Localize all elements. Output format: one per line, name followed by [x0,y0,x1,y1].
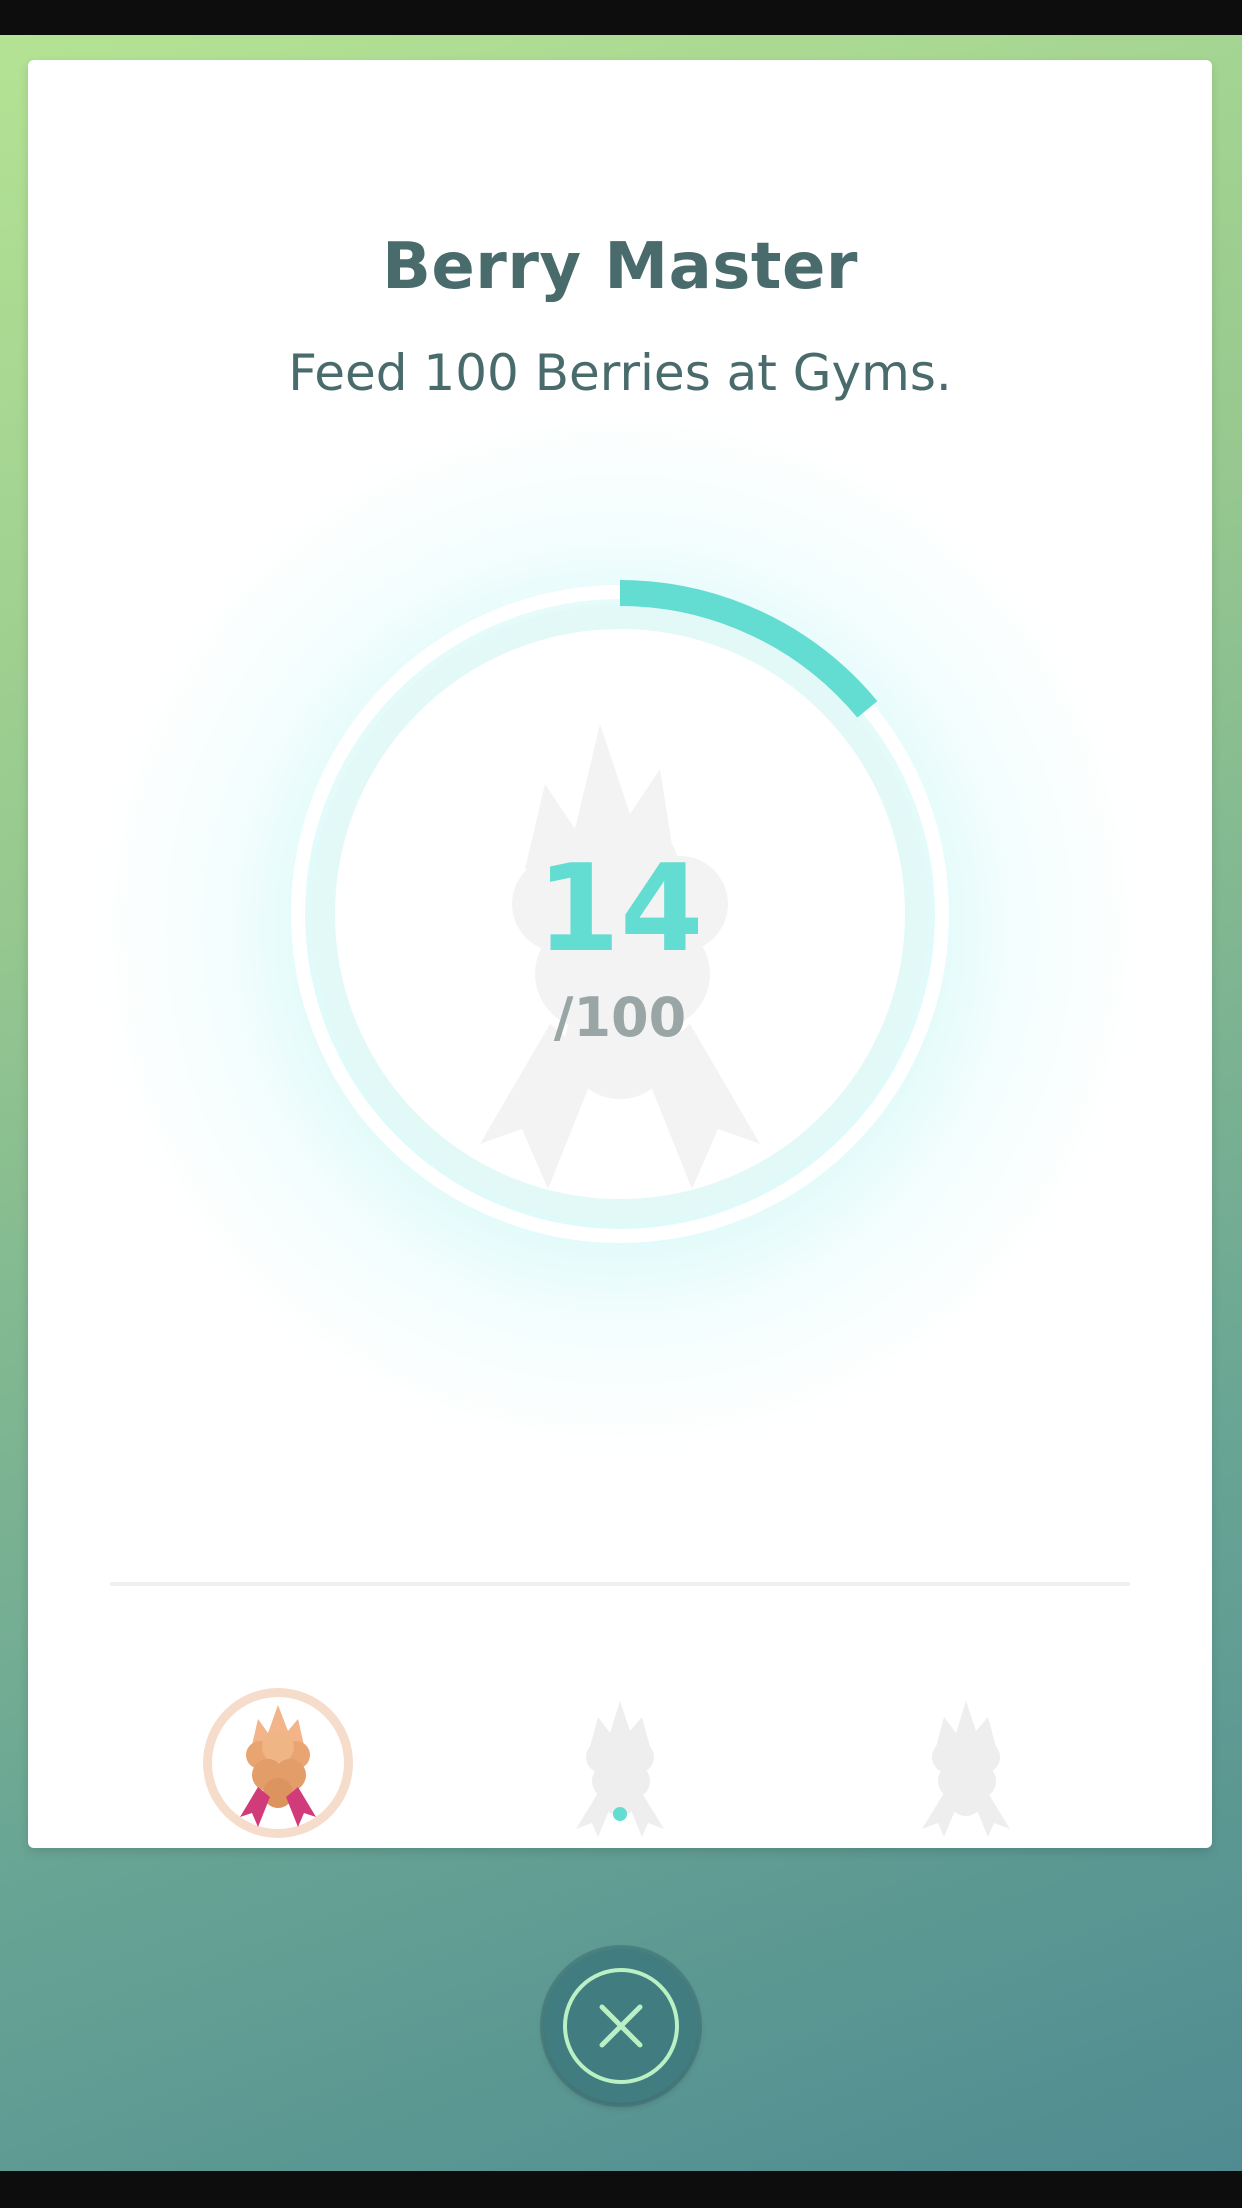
close-x-icon [563,1968,679,2084]
progress-count: 14 [536,840,704,979]
berry-medal-gold-locked-icon [922,1701,1010,1837]
medal-description: Feed 100 Berries at Gyms. [288,344,952,402]
nav-bar-bottom [0,2171,1242,2208]
medal-title: Berry Master [382,230,858,304]
tier-gold-button[interactable] [892,1685,1040,1841]
berry-medal-bronze-icon [203,1688,353,1838]
tier-bronze-button[interactable] [200,1685,356,1841]
progress-total: /100 [553,986,687,1049]
status-bar-top [0,0,1242,35]
medal-detail-card: Berry Master Feed 100 Berries at Gyms. 1… [28,60,1212,1848]
divider [110,1582,1130,1586]
page-indicator-dot [613,1807,627,1821]
close-button[interactable] [544,1949,698,2103]
